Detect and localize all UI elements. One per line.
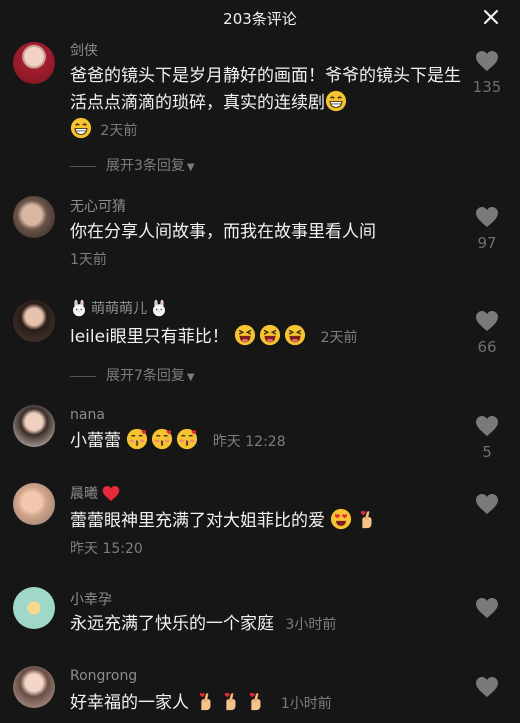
heart-icon <box>475 50 499 72</box>
comment-author[interactable]: 无心可猜 <box>70 196 126 216</box>
laughing-emoji-icon <box>259 324 281 346</box>
finger-heart-icon <box>219 690 241 712</box>
comment-body: 爸爸的镜头下是岁月静好的画面！爷爷的镜头下是生活点点滴滴的琐碎，真实的连续剧 <box>70 66 461 113</box>
comment-time: 3小时前 <box>285 617 337 633</box>
like-button[interactable]: 66 <box>470 310 504 356</box>
comment-author[interactable]: 小幸孕 <box>70 589 112 609</box>
red-heart-icon <box>102 485 120 502</box>
avatar[interactable] <box>13 666 55 708</box>
comment-body: 永远充满了快乐的一个家庭 <box>70 614 274 634</box>
like-button[interactable] <box>470 597 504 619</box>
close-icon[interactable] <box>480 6 502 28</box>
like-count: 5 <box>482 443 492 461</box>
comment-body: leilei眼里只有菲比！ <box>70 327 229 347</box>
divider <box>70 165 96 167</box>
comment-body: 小蕾蕾 <box>70 431 121 451</box>
comment-text: 你在分享人间故事，而我在故事里看人间 1天前 <box>70 219 465 274</box>
heart-icon <box>475 676 499 698</box>
comment-time: 昨天 15:20 <box>70 541 143 557</box>
comment-author[interactable]: 晨曦 <box>70 483 123 503</box>
heart-icon <box>475 597 499 619</box>
avatar[interactable] <box>13 483 55 525</box>
laughing-emoji-icon <box>284 324 306 346</box>
expand-replies-button[interactable]: 展开7条回复 ▼ <box>70 365 195 385</box>
finger-heart-icon <box>244 690 266 712</box>
divider <box>70 375 96 377</box>
comment-text: leilei眼里只有菲比！ 2天前 <box>70 324 465 352</box>
like-button[interactable] <box>470 676 504 698</box>
caret-down-icon: ▼ <box>186 162 195 173</box>
comment-text: 蕾蕾眼神里充满了对大姐菲比的爱 昨天 15:20 <box>70 508 465 563</box>
expand-replies-label: 展开7条回复 <box>106 368 185 384</box>
comment-time: 2天前 <box>320 330 358 346</box>
laughing-emoji-icon <box>234 324 256 346</box>
heart-icon <box>475 493 499 515</box>
like-button[interactable]: 135 <box>470 50 504 96</box>
heart-icon <box>475 415 499 437</box>
avatar[interactable] <box>13 42 55 84</box>
grinning-emoji-icon <box>325 90 347 112</box>
heart-icon <box>475 310 499 332</box>
like-button[interactable]: 97 <box>470 206 504 252</box>
comment-text: 爸爸的镜头下是岁月静好的画面！爷爷的镜头下是生活点点滴滴的琐碎，真实的连续剧 2… <box>70 63 465 145</box>
avatar[interactable] <box>13 300 55 342</box>
finger-heart-icon <box>355 508 377 530</box>
comment-text: 好幸福的一家人 1小时前 <box>70 690 465 718</box>
avatar[interactable] <box>13 196 55 238</box>
rabbit-emoji-icon <box>70 299 88 317</box>
heart-icon <box>475 206 499 228</box>
comment-author-name: 晨曦 <box>70 486 98 502</box>
caret-down-icon: ▼ <box>186 372 195 383</box>
comment-time: 2天前 <box>100 123 138 139</box>
expand-replies-label: 展开3条回复 <box>106 158 185 174</box>
kissing-emoji-icon <box>151 428 173 450</box>
avatar[interactable] <box>13 405 55 447</box>
comment-time: 1天前 <box>70 252 107 268</box>
grinning-emoji-icon <box>70 117 92 139</box>
comment-body: 你在分享人间故事，而我在故事里看人间 <box>70 222 376 242</box>
comment-time: 1小时前 <box>280 696 332 712</box>
comment-author[interactable]: Rongrong <box>70 668 137 684</box>
comment-text: 永远充满了快乐的一个家庭 3小时前 <box>70 611 465 639</box>
comment-body: 蕾蕾眼神里充满了对大姐菲比的爱 <box>70 511 325 531</box>
expand-replies-button[interactable]: 展开3条回复 ▼ <box>70 155 195 175</box>
comment-text: 小蕾蕾 昨天 12:28 <box>70 428 465 456</box>
comment-author[interactable]: nana <box>70 407 105 423</box>
heart-eyes-emoji-icon <box>330 508 352 530</box>
kissing-emoji-icon <box>176 428 198 450</box>
comments-header: 203条评论 <box>0 0 520 36</box>
like-count: 135 <box>472 78 502 96</box>
rabbit-emoji-icon <box>150 299 168 317</box>
avatar[interactable] <box>13 587 55 629</box>
comment-time: 昨天 12:28 <box>212 434 286 450</box>
comment-author-name: 萌萌萌儿 <box>91 301 147 317</box>
finger-heart-icon <box>194 690 216 712</box>
kissing-emoji-icon <box>126 428 148 450</box>
comment-author[interactable]: 剑侠 <box>70 40 98 60</box>
comments-title: 203条评论 <box>223 10 297 28</box>
comment-author[interactable]: 萌萌萌儿 <box>70 298 171 318</box>
like-count: 97 <box>477 234 497 252</box>
like-button[interactable] <box>470 493 504 515</box>
like-button[interactable]: 5 <box>470 415 504 461</box>
comment-body: 好幸福的一家人 <box>70 693 189 713</box>
like-count: 66 <box>477 338 497 356</box>
